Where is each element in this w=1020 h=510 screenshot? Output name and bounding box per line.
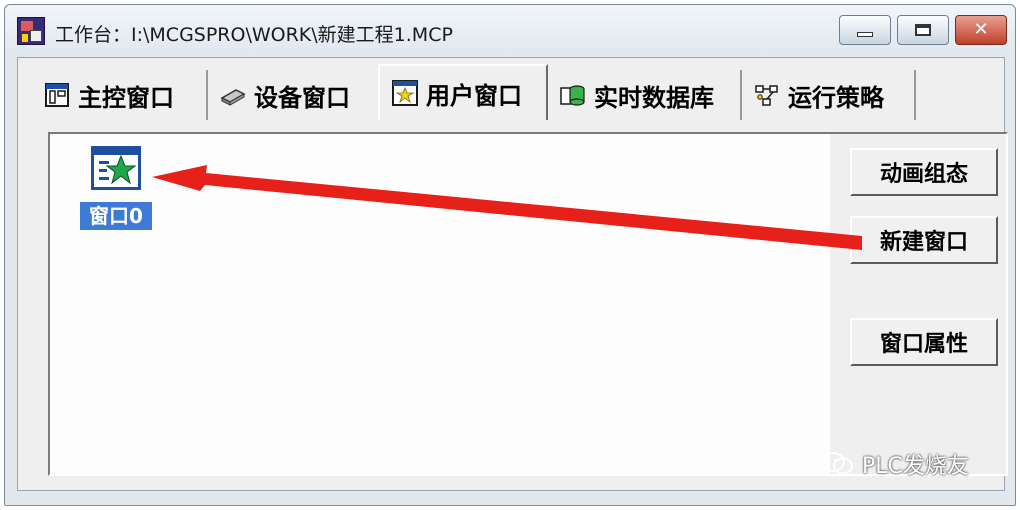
minimize-icon [857, 31, 873, 37]
tab-user-window[interactable]: 用户窗口 [378, 64, 548, 120]
tab-run-strategy[interactable]: 运行策略 [742, 70, 916, 120]
close-icon: ✕ [973, 19, 989, 40]
tab-label: 设备窗口 [254, 83, 350, 112]
app-icon[interactable] [17, 17, 45, 45]
maximize-icon [915, 24, 931, 36]
new-window-button[interactable]: 新建窗口 [850, 216, 998, 264]
window-list-canvas[interactable]: 窗口0 [50, 134, 830, 474]
window-properties-button[interactable]: 窗口属性 [850, 318, 998, 366]
close-button[interactable]: ✕ [955, 15, 1007, 45]
user-window-pane: 窗口0 动画组态 新建窗口 窗口属性 [48, 132, 1008, 476]
tab-realtime-database[interactable]: 实时数据库 [548, 70, 742, 120]
tab-label: 主控窗口 [78, 83, 174, 112]
tab-label: 实时数据库 [594, 83, 714, 112]
animate-config-button[interactable]: 动画组态 [850, 148, 998, 196]
strategy-icon [754, 82, 780, 108]
tab-label: 用户窗口 [426, 81, 522, 110]
watermark: PLC发烧友 [820, 448, 969, 480]
user-window-icon [392, 80, 418, 106]
device-icon [220, 82, 246, 108]
star-window-icon [91, 146, 141, 190]
database-icon [560, 82, 586, 108]
chat-bubble-icon [820, 451, 854, 477]
tab-label: 运行策略 [788, 83, 884, 112]
window-item[interactable]: 窗口0 [80, 146, 160, 232]
minimize-button[interactable] [839, 15, 891, 45]
main-control-icon [44, 82, 70, 108]
maximize-button[interactable] [897, 15, 949, 45]
window-item-label: 窗口0 [80, 202, 152, 230]
watermark-text: PLC发烧友 [862, 454, 969, 479]
window-title: 工作台：I:\MCGSPRO\WORK\新建工程1.MCP [55, 24, 453, 46]
workbench-window: 工作台：I:\MCGSPRO\WORK\新建工程1.MCP ✕ 主控窗口 设备窗… [4, 4, 1016, 506]
tab-main-control[interactable]: 主控窗口 [32, 70, 208, 120]
tab-device[interactable]: 设备窗口 [208, 70, 380, 120]
workbench-client: 主控窗口 设备窗口 用户窗口 实时数据库 运行策略 窗口0 动画组态 新建窗口 … [17, 57, 1008, 491]
title-bar[interactable]: 工作台：I:\MCGSPRO\WORK\新建工程1.MCP ✕ [5, 5, 1015, 57]
